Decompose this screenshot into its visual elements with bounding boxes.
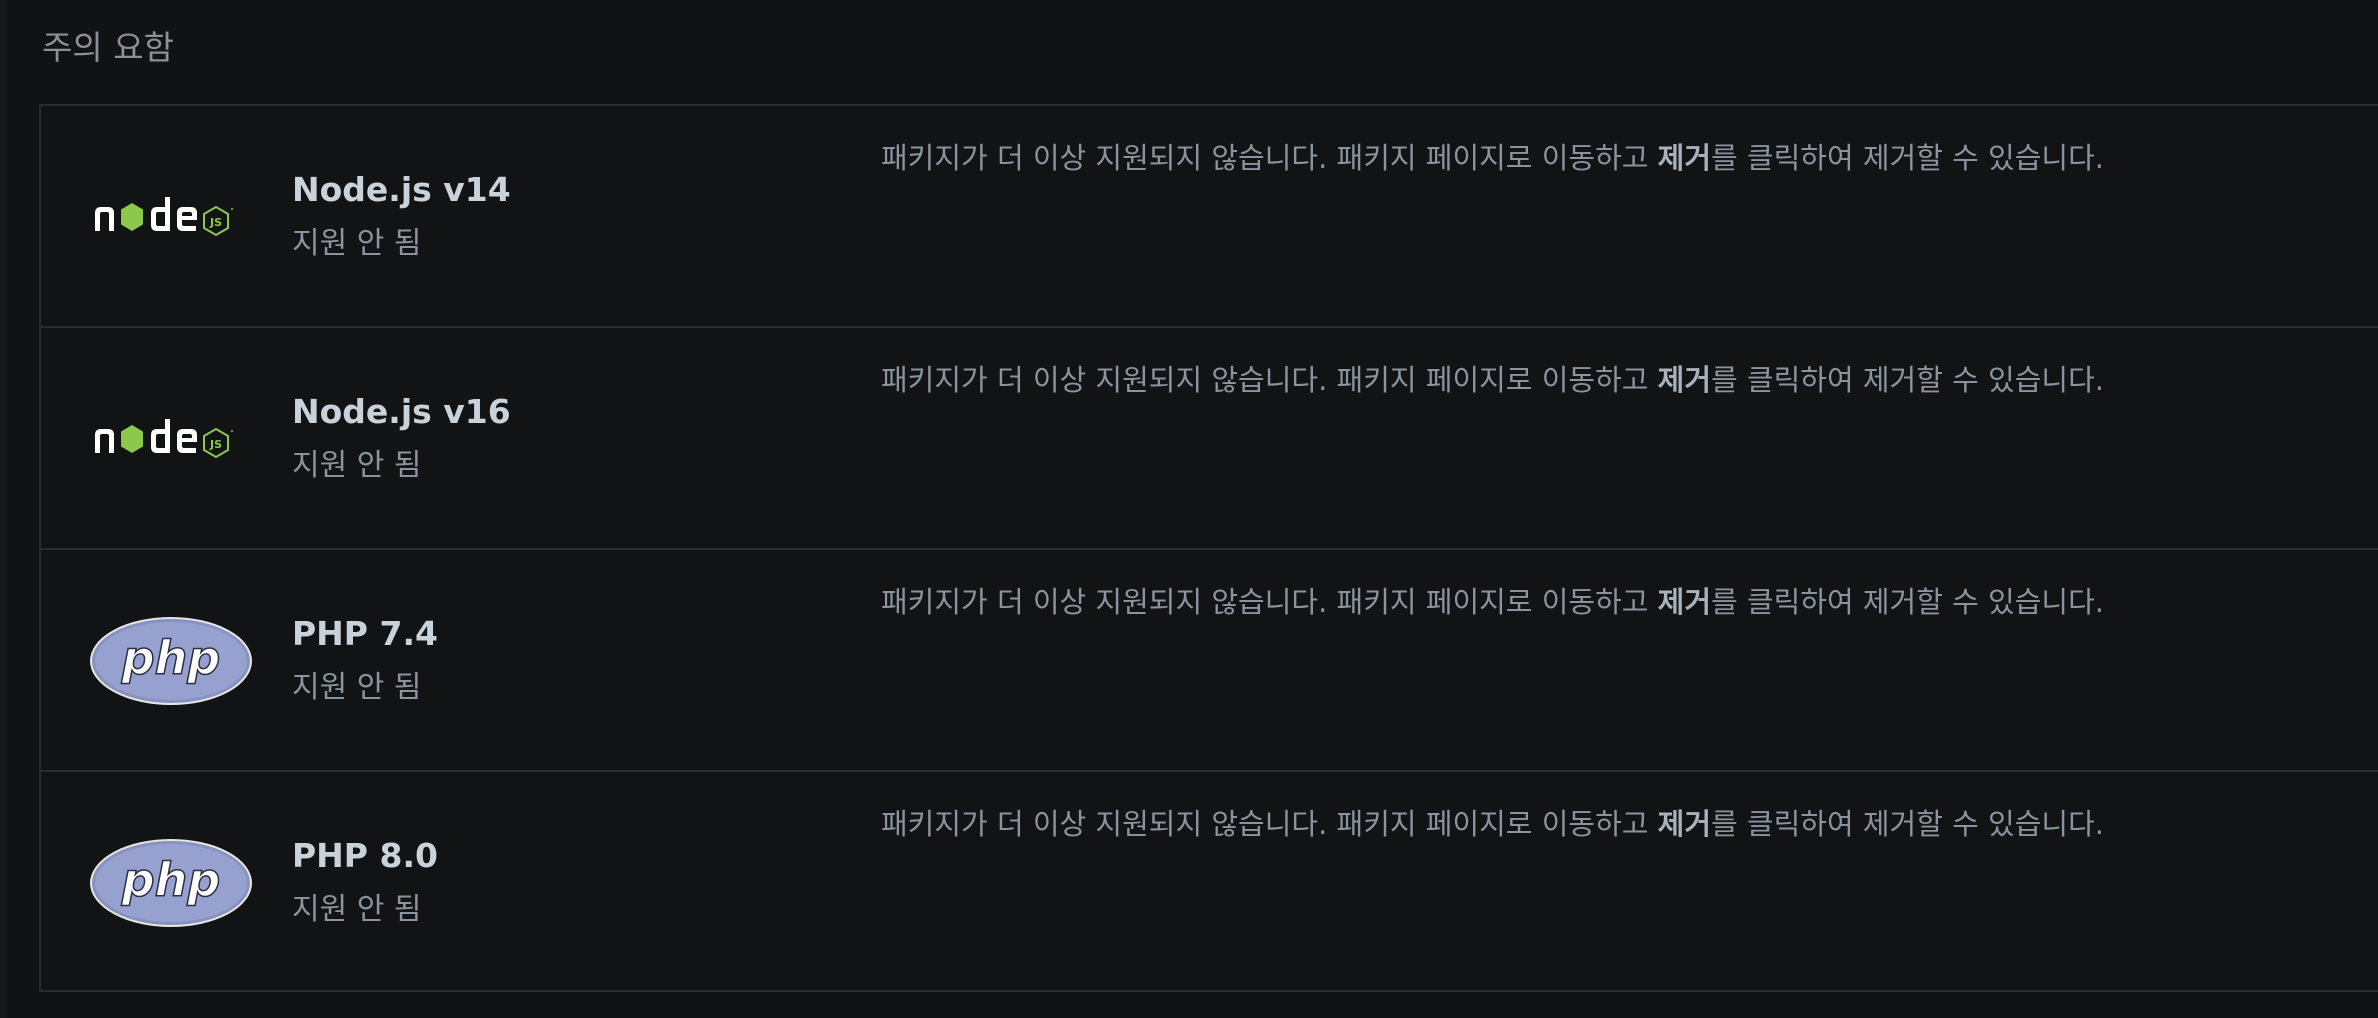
package-status: 지원 안 됨 <box>292 670 422 705</box>
php-logo-icon: php <box>89 613 253 709</box>
svg-text:JS: JS <box>209 216 222 229</box>
package-row[interactable]: JS Node.js v14 지원 안 됨 패키지가 더 이상 지원되지 않습니… <box>41 106 2378 328</box>
message-text: 패키지가 더 이상 지원되지 않습니다. 패키지 페이지로 이동하고 <box>881 807 1658 841</box>
package-name: PHP 7.4 <box>292 614 438 653</box>
message-text-end: 를 클릭하여 제거할 수 있습니다. <box>1711 807 2104 841</box>
remove-keyword: 제거 <box>1657 807 1712 841</box>
remove-keyword: 제거 <box>1657 141 1712 175</box>
package-row[interactable]: JS Node.js v16 지원 안 됨 패키지가 더 이상 지원되지 않습니… <box>41 328 2378 550</box>
package-message: 패키지가 더 이상 지원되지 않습니다. 패키지 페이지로 이동하고 제거를 클… <box>881 360 2104 400</box>
attention-page: 주의 요함 JS Node.js v14 지원 안 됨 패키지가 더 이상 지원… <box>0 0 2378 1018</box>
package-list: JS Node.js v14 지원 안 됨 패키지가 더 이상 지원되지 않습니… <box>39 104 2378 992</box>
package-row[interactable]: php PHP 7.4 지원 안 됨 패키지가 더 이상 지원되지 않습니다. … <box>41 550 2378 772</box>
package-status: 지원 안 됨 <box>292 448 422 483</box>
package-status: 지원 안 됨 <box>292 226 422 261</box>
svg-text:JS: JS <box>209 438 222 451</box>
package-message: 패키지가 더 이상 지원되지 않습니다. 패키지 페이지로 이동하고 제거를 클… <box>881 804 2104 844</box>
package-status: 지원 안 됨 <box>292 892 422 927</box>
message-text-end: 를 클릭하여 제거할 수 있습니다. <box>1711 141 2104 175</box>
left-edge-strip <box>0 0 6 1018</box>
nodejs-logo-icon: JS <box>89 391 253 487</box>
message-text-end: 를 클릭하여 제거할 수 있습니다. <box>1711 585 2104 619</box>
package-message: 패키지가 더 이상 지원되지 않습니다. 패키지 페이지로 이동하고 제거를 클… <box>881 138 2104 178</box>
package-name: Node.js v16 <box>292 392 511 431</box>
section-title: 주의 요함 <box>42 28 174 67</box>
svg-text:php: php <box>121 853 221 907</box>
package-row[interactable]: php PHP 8.0 지원 안 됨 패키지가 더 이상 지원되지 않습니다. … <box>41 772 2378 994</box>
remove-keyword: 제거 <box>1657 363 1712 397</box>
message-text: 패키지가 더 이상 지원되지 않습니다. 패키지 페이지로 이동하고 <box>881 363 1658 397</box>
package-name: PHP 8.0 <box>292 836 438 875</box>
message-text-end: 를 클릭하여 제거할 수 있습니다. <box>1711 363 2104 397</box>
nodejs-logo-icon: JS <box>89 169 253 265</box>
message-text: 패키지가 더 이상 지원되지 않습니다. 패키지 페이지로 이동하고 <box>881 141 1658 175</box>
svg-text:php: php <box>121 631 221 685</box>
message-text: 패키지가 더 이상 지원되지 않습니다. 패키지 페이지로 이동하고 <box>881 585 1658 619</box>
remove-keyword: 제거 <box>1657 585 1712 619</box>
package-name: Node.js v14 <box>292 170 511 209</box>
php-logo-icon: php <box>89 835 253 931</box>
package-message: 패키지가 더 이상 지원되지 않습니다. 패키지 페이지로 이동하고 제거를 클… <box>881 582 2104 622</box>
